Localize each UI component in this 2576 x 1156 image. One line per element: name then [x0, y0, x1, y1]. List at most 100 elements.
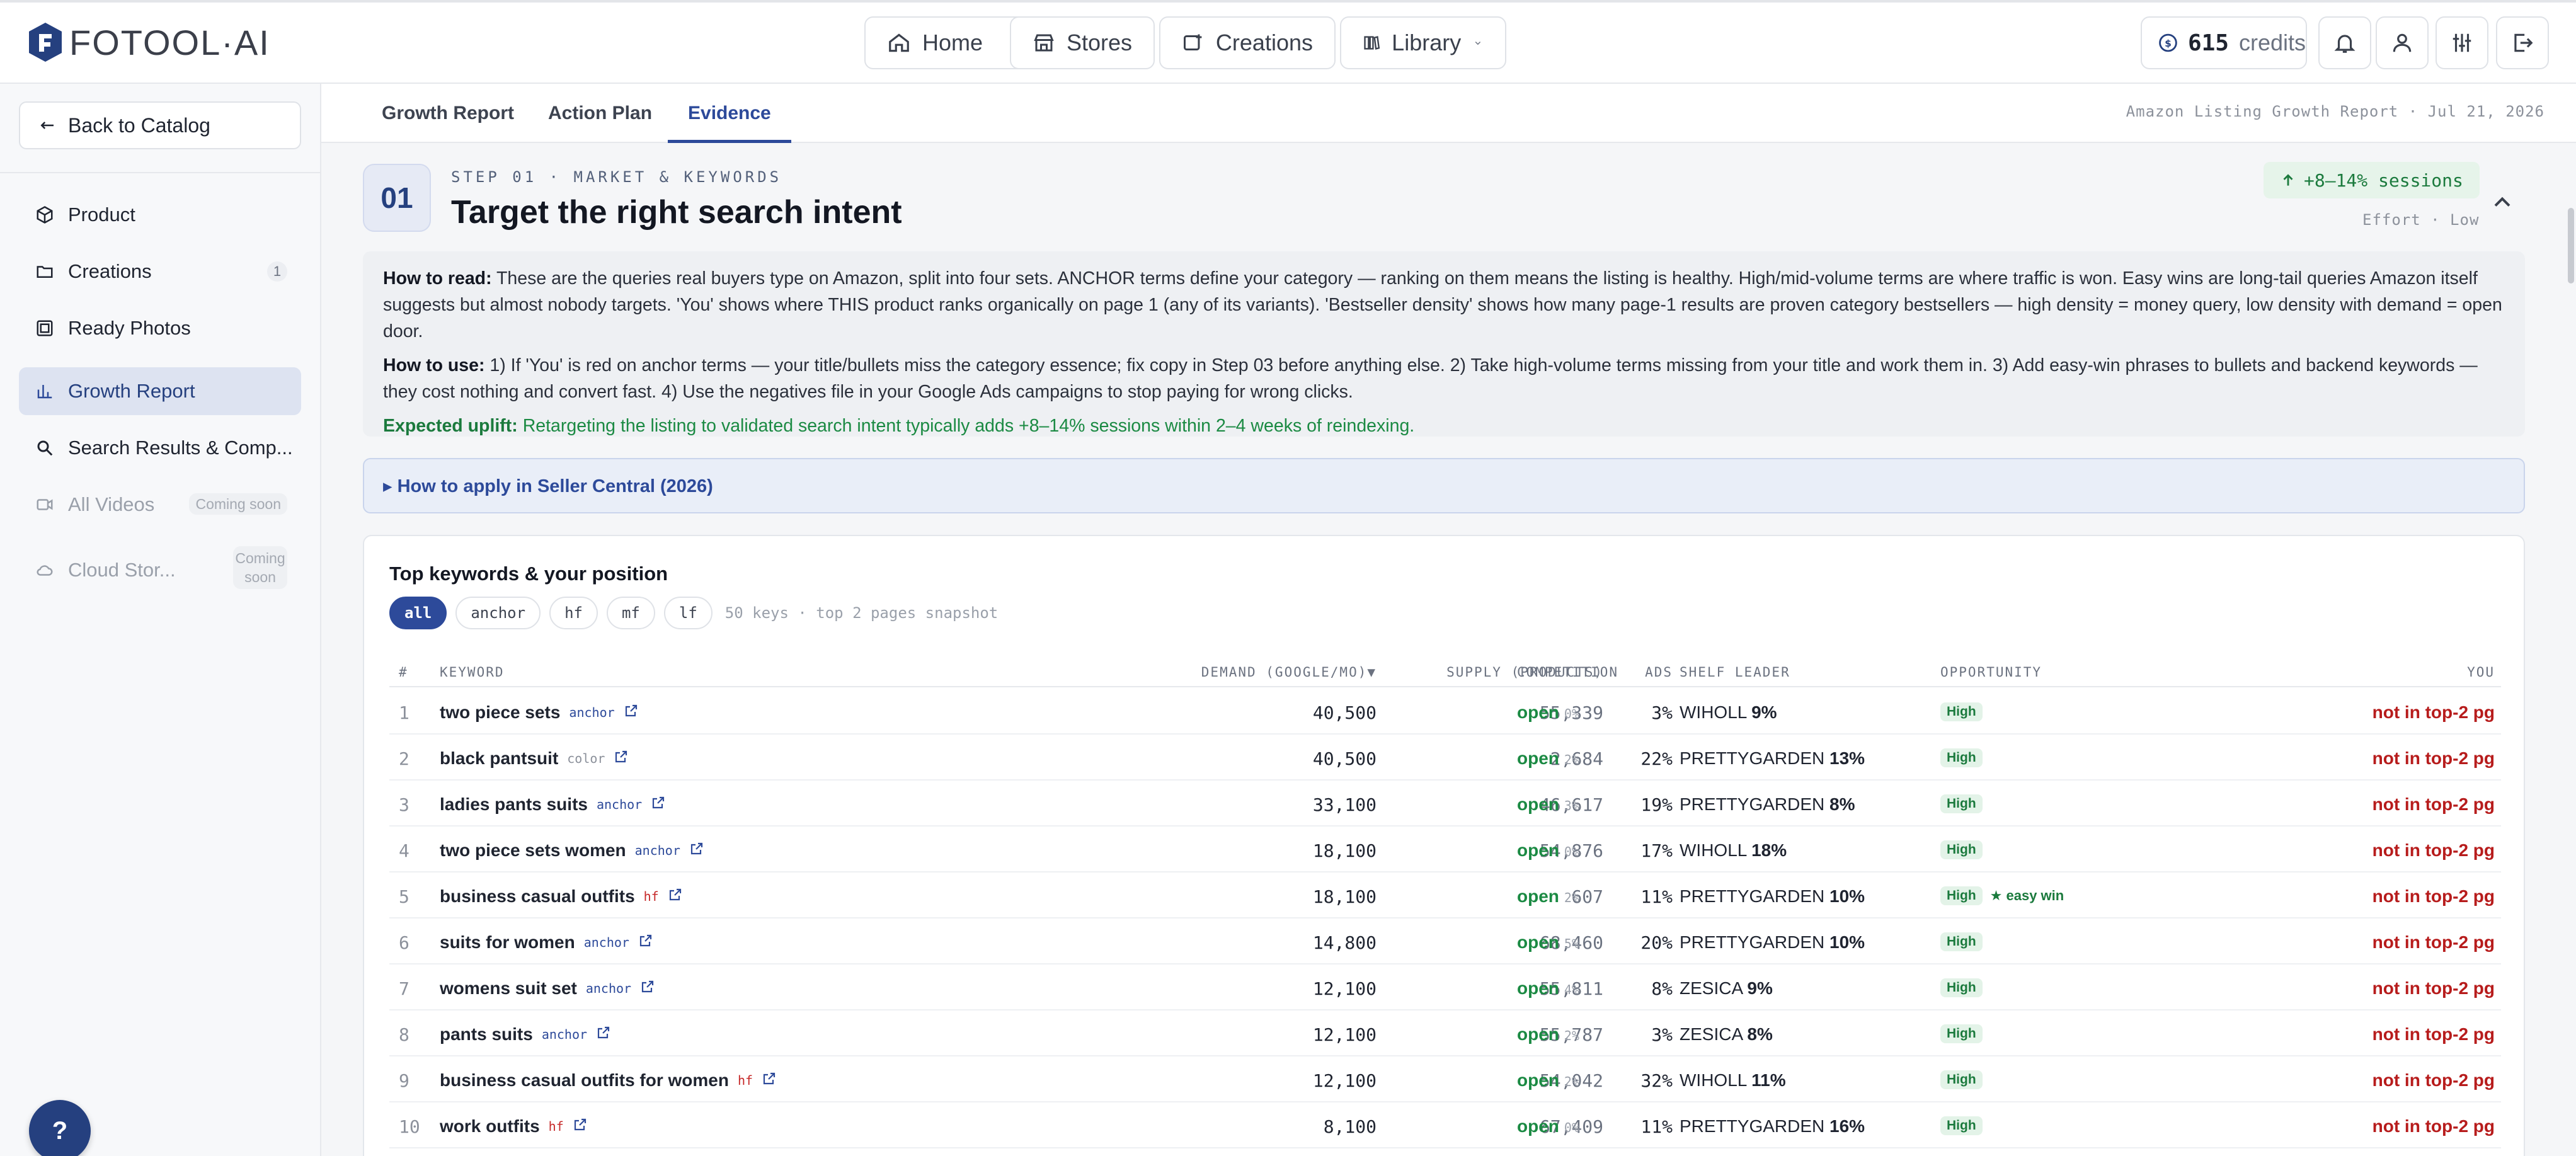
col-you[interactable]: YOU	[2467, 665, 2495, 680]
collapse-chevron-icon[interactable]	[2488, 188, 2516, 216]
nav-library-dropdown[interactable]: Library	[1340, 16, 1506, 69]
expected-uplift-text: Retargeting the listing to validated sea…	[522, 416, 1415, 436]
col-index: #	[399, 665, 408, 680]
table-row[interactable]: 7 womens suit set anchor 12,100 55,811 8% open…	[389, 964, 2501, 1010]
table-row[interactable]: 6 suits for women anchor 14,800 68,460 20% ope…	[389, 919, 2501, 964]
sidebar-item-product[interactable]: Product	[19, 191, 301, 239]
credits-display[interactable]: $ 615 credits	[2141, 16, 2307, 69]
external-link-icon[interactable]	[651, 794, 666, 815]
folder-icon	[37, 266, 53, 278]
keyword-tag: anchor	[596, 797, 643, 812]
notifications-button[interactable]	[2318, 16, 2371, 69]
table-row[interactable]: 4 two piece sets women anchor 18,100 54,876 1…	[389, 827, 2501, 873]
external-link-icon[interactable]	[596, 1024, 611, 1044]
help-button[interactable]: ?	[29, 1100, 91, 1156]
opportunity-cell: High	[1940, 978, 1983, 997]
external-link-icon[interactable]	[614, 748, 629, 769]
you-rank-cell: not in top-2 pg	[2372, 840, 2495, 860]
sidebar-item-search-results[interactable]: Search Results & Comp...	[19, 424, 301, 472]
external-link-icon[interactable]	[640, 978, 655, 999]
tab-evidence[interactable]: Evidence	[668, 84, 791, 143]
competition-pct: 2%	[1564, 1074, 1579, 1089]
filter-hf[interactable]: hf	[549, 597, 598, 629]
external-link-icon[interactable]	[762, 1070, 777, 1090]
how-to-use-text: 1) If 'You' is red on anchor terms — you…	[383, 355, 2478, 402]
keyword-text: ladies pants suits	[440, 794, 588, 814]
demand-cell: 33,100	[1312, 794, 1377, 815]
keyword-cell: work outfits hf	[440, 1116, 588, 1136]
you-rank-cell: not in top-2 pg	[2372, 978, 2495, 998]
tab-action-plan[interactable]: Action Plan	[548, 84, 652, 143]
back-to-catalog-button[interactable]: Back to Catalog	[19, 101, 301, 149]
filter-anchor[interactable]: anchor	[455, 597, 541, 629]
opportunity-badge: High	[1940, 702, 1983, 721]
row-index: 9	[399, 1070, 409, 1091]
sidebar-item-all-videos[interactable]: All Videos Coming soon	[19, 481, 301, 529]
table-row[interactable]: 1 two piece sets anchor 40,500 55,339 3% open 0…	[389, 689, 2501, 735]
ads-cell: 3%	[1651, 702, 1673, 723]
you-rank-cell: not in top-2 pg	[2372, 1116, 2495, 1136]
keyword-tag: anchor	[585, 981, 632, 996]
row-index: 5	[399, 886, 409, 907]
filter-mf[interactable]: mf	[606, 597, 655, 629]
coming-soon-line2: soon	[244, 569, 276, 585]
keyword-filters: all anchor hf mf lf 50 keys · top 2 page…	[389, 597, 998, 629]
col-competition[interactable]: COMPETITION	[1517, 665, 1618, 680]
step-title: Target the right search intent	[451, 194, 902, 231]
keyword-text: two piece sets	[440, 702, 561, 722]
profile-button[interactable]	[2376, 16, 2429, 69]
ads-cell: 3%	[1651, 1024, 1673, 1045]
external-link-icon[interactable]	[689, 840, 704, 861]
keyword-cell: ladies pants suits anchor	[440, 794, 666, 815]
external-link-icon[interactable]	[668, 886, 683, 907]
table-row[interactable]: 3 ladies pants suits anchor 33,100 46,617 19%…	[389, 781, 2501, 827]
opportunity-badge: High	[1940, 1070, 1983, 1089]
report-meta: Amazon Listing Growth Report · Jul 21, 2…	[2126, 103, 2545, 120]
how-to-read-text: These are the queries real buyers type o…	[383, 268, 2502, 341]
col-keyword[interactable]: KEYWORD	[440, 665, 505, 680]
keyword-cell: womens suit set anchor	[440, 978, 655, 999]
page-scrollbar[interactable]	[2568, 208, 2574, 283]
keyword-text: two piece sets women	[440, 840, 626, 860]
chevron-down-icon	[1475, 41, 1481, 45]
competition-pct: 0%	[1564, 706, 1579, 721]
you-rank-cell: not in top-2 pg	[2372, 702, 2495, 722]
filter-all[interactable]: all	[389, 597, 447, 629]
sidebar-item-growth-report[interactable]: Growth Report	[19, 367, 301, 415]
ads-cell: 8%	[1651, 978, 1673, 999]
row-index: 3	[399, 794, 409, 815]
table-row[interactable]: 8 pants suits anchor 12,100 55,787 3% open 2% ZE…	[389, 1010, 2501, 1056]
table-row[interactable]: 10 work outfits hf 8,100 67,409 11% open 0% PRET…	[389, 1102, 2501, 1148]
you-rank-cell: not in top-2 pg	[2372, 932, 2495, 952]
external-link-icon[interactable]	[573, 1116, 588, 1136]
tab-growth-report[interactable]: Growth Report	[382, 84, 514, 143]
table-row[interactable]: 9 business casual outfits for women hf 12,1…	[389, 1056, 2501, 1102]
shelf-leader-cell: ZESICA 8%	[1680, 1024, 1773, 1044]
creations-count-badge: 1	[267, 261, 287, 282]
creations-icon	[1183, 34, 1202, 50]
filter-lf[interactable]: lf	[663, 597, 713, 629]
settings-button[interactable]	[2436, 16, 2488, 69]
col-opportunity[interactable]: OPPORTUNITY	[1940, 665, 2042, 680]
seller-central-disclosure[interactable]: ▸ How to apply in Seller Central (2026)	[363, 458, 2525, 513]
sidebar-item-ready-photos[interactable]: Ready Photos	[19, 304, 301, 352]
col-ads[interactable]: ADS	[1645, 665, 1673, 680]
external-link-icon[interactable]	[638, 932, 653, 953]
logout-button[interactable]	[2496, 16, 2549, 69]
sidebar-item-cloud-storage[interactable]: Cloud Stor... Coming soon	[19, 540, 301, 600]
sidebar-divider	[0, 172, 320, 173]
sidebar-item-creations[interactable]: Creations 1	[19, 248, 301, 295]
table-row[interactable]: 2 black pantsuit color 40,500 2,684 22% open 2%…	[389, 735, 2501, 781]
demand-cell: 14,800	[1312, 932, 1377, 953]
opportunity-badge: High	[1940, 1024, 1983, 1043]
app-logo[interactable]: FOTOOL·AI	[26, 18, 270, 67]
shelf-leader-brand: PRETTYGARDEN	[1680, 886, 1825, 906]
shelf-leader-brand: PRETTYGARDEN	[1680, 932, 1825, 952]
col-shelf-leader[interactable]: SHELF LEADER	[1680, 665, 1790, 680]
col-demand[interactable]: DEMAND (GOOGLE/MO)▼	[1201, 665, 1377, 680]
uplift-text: +8–14% sessions	[2304, 169, 2463, 191]
nav-creations-button[interactable]: Creations	[1159, 16, 1336, 69]
table-row[interactable]: 5 business casual outfits hf 18,100 607 11% op…	[389, 873, 2501, 919]
external-link-icon[interactable]	[624, 702, 639, 723]
nav-stores-button[interactable]: Stores	[1010, 16, 1155, 69]
